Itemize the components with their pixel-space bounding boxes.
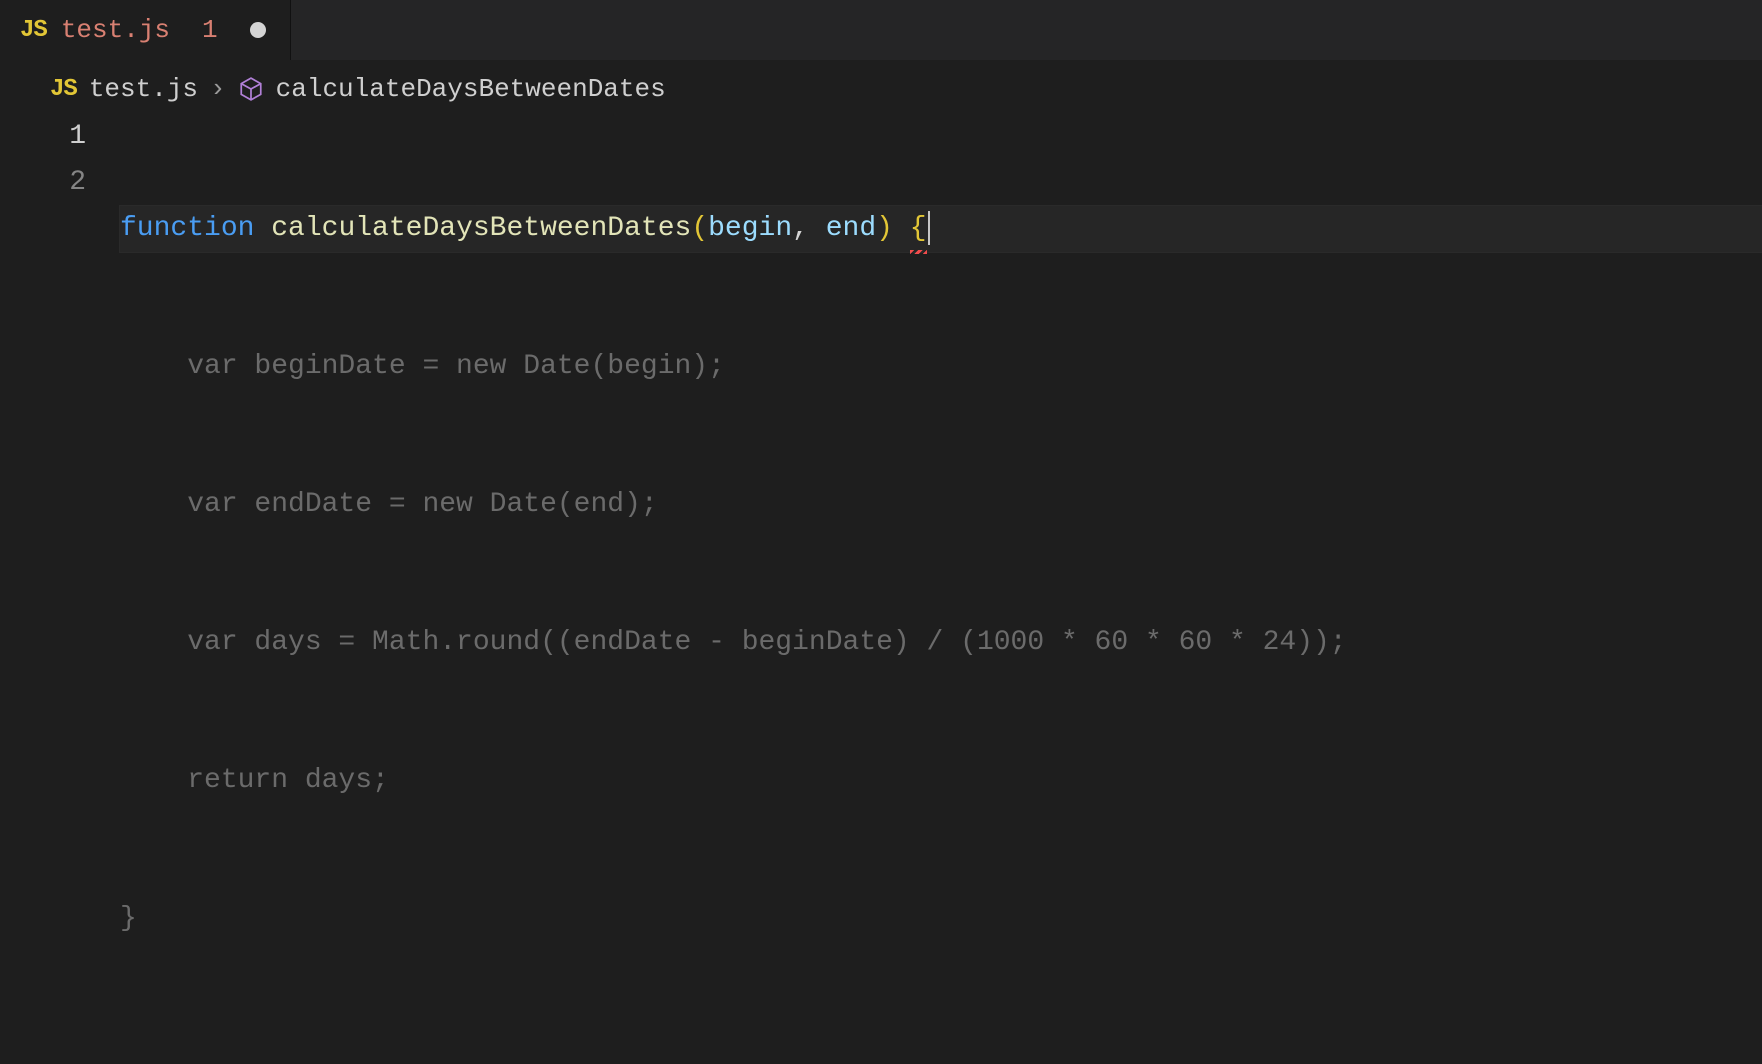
javascript-file-icon: JS bbox=[20, 17, 47, 44]
editor-tab-test-js[interactable]: JS test.js 1 bbox=[0, 0, 291, 60]
ghost-suggestion-line[interactable]: } bbox=[120, 896, 1762, 942]
text-cursor bbox=[928, 211, 930, 245]
token-paren: ) bbox=[876, 213, 893, 244]
ghost-suggestion-line[interactable]: return days; bbox=[120, 758, 1762, 804]
tab-problem-count: 1 bbox=[202, 15, 218, 45]
token-function-name: calculateDaysBetweenDates bbox=[271, 213, 691, 244]
token-paren: ( bbox=[691, 213, 708, 244]
ghost-suggestion-line[interactable]: var beginDate = new Date(begin); bbox=[120, 344, 1762, 390]
tab-dirty-indicator-icon bbox=[250, 22, 266, 38]
token-param: begin bbox=[708, 213, 792, 244]
chevron-right-icon: › bbox=[210, 74, 226, 104]
token-brace-error: { bbox=[910, 206, 927, 252]
line-number: 2 bbox=[0, 160, 86, 206]
editor-area[interactable]: 1 2 function calculateDaysBetweenDates(b… bbox=[0, 114, 1762, 1064]
breadcrumb-symbol[interactable]: calculateDaysBetweenDates bbox=[276, 74, 666, 104]
line-number: 1 bbox=[0, 114, 86, 160]
code-line[interactable]: function calculateDaysBetweenDates(begin… bbox=[120, 206, 1762, 252]
token-param: end bbox=[826, 213, 876, 244]
token-comma: , bbox=[792, 213, 826, 244]
ghost-suggestion-line[interactable]: var days = Math.round((endDate - beginDa… bbox=[120, 620, 1762, 666]
code-content[interactable]: function calculateDaysBetweenDates(begin… bbox=[120, 114, 1762, 1064]
tab-filename: test.js bbox=[61, 15, 170, 45]
token-keyword: function bbox=[120, 213, 254, 244]
breadcrumb-file[interactable]: test.js bbox=[89, 74, 198, 104]
line-number-gutter: 1 2 bbox=[0, 114, 120, 1064]
ghost-suggestion-line[interactable]: var endDate = new Date(end); bbox=[120, 482, 1762, 528]
editor-tabbar: JS test.js 1 bbox=[0, 0, 1762, 60]
symbol-method-icon bbox=[238, 76, 264, 102]
javascript-file-icon: JS bbox=[50, 76, 77, 103]
breadcrumb-bar[interactable]: JS test.js › calculateDaysBetweenDates bbox=[0, 60, 1762, 114]
